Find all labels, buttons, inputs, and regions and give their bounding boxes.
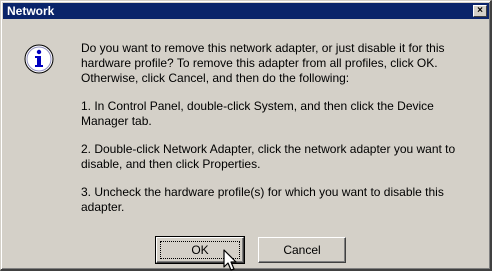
- message-paragraph: Do you want to remove this network adapt…: [81, 41, 445, 85]
- network-dialog: Network × Do you want to remove this net…: [0, 0, 492, 271]
- window-title: Network: [7, 4, 55, 18]
- info-icon: [24, 44, 54, 74]
- close-button[interactable]: ×: [473, 5, 487, 17]
- instruction-step-2: 2. Double-click Network Adapter, click t…: [81, 142, 456, 171]
- message-body: Do you want to remove this network adapt…: [81, 41, 483, 228]
- close-icon: ×: [477, 5, 483, 16]
- instruction-step-3: 3. Uncheck the hardware profile(s) for w…: [81, 185, 444, 214]
- mouse-pointer-icon: [223, 249, 237, 271]
- cancel-button[interactable]: Cancel: [258, 237, 346, 263]
- instruction-step-1: 1. In Control Panel, double-click System…: [81, 99, 434, 128]
- title-bar[interactable]: Network ×: [3, 3, 489, 19]
